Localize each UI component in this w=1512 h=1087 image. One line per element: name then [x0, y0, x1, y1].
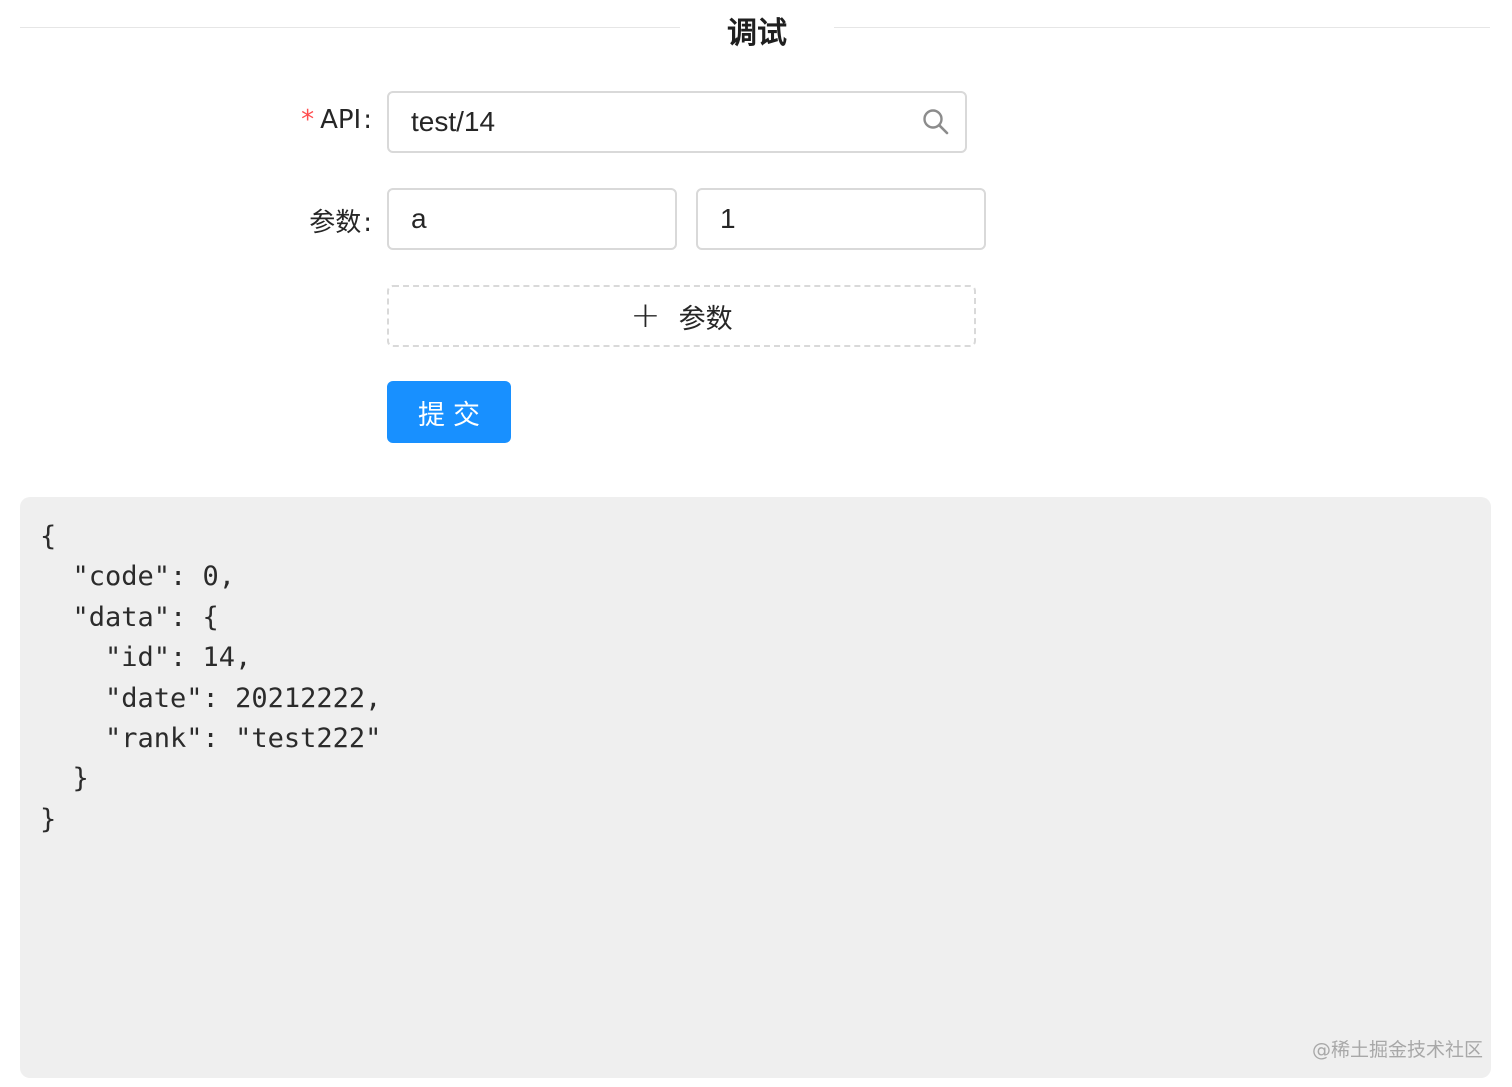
- required-mark: *: [301, 105, 315, 135]
- response-panel: { "code": 0, "data": { "id": 14, "date":…: [20, 497, 1491, 1078]
- param-key-value[interactable]: a: [411, 203, 653, 235]
- response-json: { "code": 0, "data": { "id": 14, "date":…: [40, 521, 382, 835]
- add-param-label: 参数: [678, 303, 733, 335]
- params-label-colon: :: [363, 208, 372, 238]
- param-value-input[interactable]: 1: [696, 188, 986, 250]
- params-label-text: 参数: [309, 208, 362, 238]
- api-label: * API:: [301, 105, 372, 135]
- debug-page: 调试 * API: test/14 参数: a 1 + 参数 提交 { "code…: [0, 0, 1512, 1087]
- params-label: 参数:: [309, 202, 372, 239]
- param-value-value[interactable]: 1: [720, 203, 962, 235]
- section-divider: 调试: [20, 0, 1490, 56]
- param-key-input[interactable]: a: [387, 188, 677, 250]
- submit-button[interactable]: 提交: [387, 381, 511, 443]
- api-label-colon: :: [363, 105, 372, 135]
- api-input-value[interactable]: test/14: [411, 106, 921, 138]
- plus-icon: +: [630, 295, 661, 336]
- divider-line-left: [20, 27, 680, 28]
- api-label-text: API: [320, 105, 362, 135]
- search-icon[interactable]: [921, 107, 951, 137]
- divider-line-right: [834, 27, 1490, 28]
- watermark: @稀土掘金技术社区: [1311, 1039, 1483, 1061]
- api-input[interactable]: test/14: [387, 91, 967, 153]
- add-param-button[interactable]: + 参数: [387, 285, 976, 347]
- section-title: 调试: [727, 16, 787, 51]
